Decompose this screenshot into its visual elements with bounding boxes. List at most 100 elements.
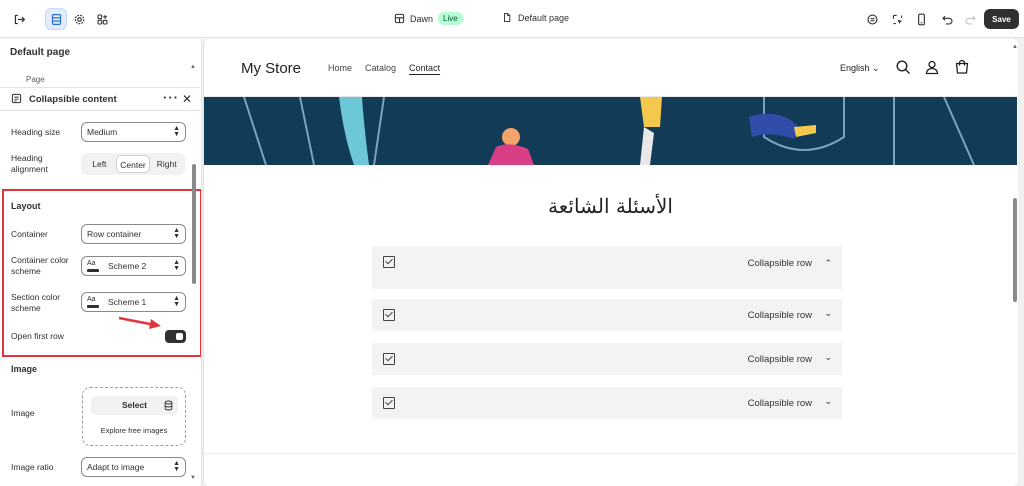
explore-images-link[interactable]: Explore free images: [83, 426, 185, 435]
collapsible-row[interactable]: Collapsible row ⌃: [372, 246, 842, 289]
inspector-icon[interactable]: [861, 8, 883, 30]
faq-banner-image: [204, 97, 1017, 165]
align-right-option[interactable]: Right: [150, 155, 183, 173]
collapsible-row[interactable]: Collapsible row ⌄: [372, 387, 842, 419]
store-nav: Home Catalog Contact: [328, 63, 440, 73]
image-section-header: Image: [11, 364, 38, 374]
database-icon: [164, 400, 173, 411]
chevron-up-icon: ⌃: [824, 258, 832, 268]
color-scheme-swatch-icon: Aa: [87, 296, 101, 308]
preview-scrollbar[interactable]: [1013, 198, 1017, 302]
page-name: Default page: [518, 12, 570, 23]
collapsible-row[interactable]: Collapsible row ⌄: [372, 299, 842, 331]
image-select-button[interactable]: Select: [91, 396, 178, 415]
align-left-option[interactable]: Left: [83, 155, 116, 173]
redo-icon[interactable]: [959, 8, 981, 30]
exit-icon[interactable]: [8, 8, 30, 30]
container-scheme-select[interactable]: Aa Scheme 2 ▲ ▼: [81, 256, 186, 276]
section-scheme-select[interactable]: Aa Scheme 1 ▲ ▼: [81, 292, 186, 312]
theme-selector[interactable]: Dawn Live: [394, 12, 463, 25]
section-scheme-value: Scheme 1: [108, 297, 147, 307]
search-icon[interactable]: [895, 59, 911, 75]
heading-size-select[interactable]: Medium ▲ ▼: [81, 122, 186, 142]
layout-section-header: Layout: [11, 201, 41, 211]
select-chevron-icon: ▲ ▼: [173, 460, 180, 473]
checkbox-icon: [383, 309, 395, 321]
collapsible-row[interactable]: Collapsible row ⌄: [372, 343, 842, 375]
block-title: Collapsible content: [29, 94, 117, 105]
toggle-knob: [176, 333, 183, 340]
collapsible-row-title: Collapsible row: [747, 354, 812, 365]
layout-icon: [394, 13, 405, 24]
heading-alignment-label-line-1: Heading: [11, 153, 43, 163]
swatch-text: Aa: [87, 260, 96, 267]
checkbox-icon: [383, 353, 395, 365]
container-scheme-label-line-2: scheme: [11, 266, 41, 276]
page-icon: [504, 12, 511, 23]
open-first-row-label: Open first row: [11, 331, 64, 341]
scroll-up-arrow-icon[interactable]: ▲: [1012, 44, 1018, 50]
store-logo[interactable]: My Store: [241, 60, 301, 77]
nav-catalog[interactable]: Catalog: [365, 63, 396, 73]
save-button[interactable]: Save: [984, 9, 1019, 29]
panel-title: Default page: [10, 47, 71, 58]
more-options-icon[interactable]: ···: [163, 90, 179, 105]
container-select[interactable]: Row container ▲ ▼: [81, 224, 186, 244]
close-icon[interactable]: ✕: [182, 92, 192, 106]
settings-panel: Default page Page Collapsible content ··…: [0, 39, 202, 486]
account-icon[interactable]: [924, 59, 940, 75]
heading-size-value: Medium: [87, 127, 118, 137]
section-scheme-label-line-2: scheme: [11, 303, 41, 313]
theme-name: Dawn: [410, 13, 434, 24]
section-scheme-label-line-1: Section color: [11, 292, 61, 302]
store-header: My Store Home Catalog Contact English ⌄: [204, 39, 1017, 97]
undo-icon[interactable]: [936, 8, 958, 30]
image-ratio-label: Image ratio: [11, 462, 54, 472]
collapsible-row-title: Collapsible row: [747, 310, 812, 321]
collapsible-row-title: Collapsible row: [747, 258, 812, 269]
language-selector[interactable]: English ⌄: [840, 63, 880, 74]
section-scheme-label: Section color scheme: [11, 292, 60, 314]
open-first-row-toggle[interactable]: [165, 330, 186, 343]
apps-icon[interactable]: [91, 8, 113, 30]
language-value: English: [840, 63, 870, 73]
checkbox-icon: [383, 397, 395, 409]
faq-heading: الأسئلة الشائعة: [548, 194, 673, 218]
page-selector[interactable]: Default page: [502, 12, 569, 23]
sections-icon[interactable]: [45, 8, 67, 30]
scroll-up-arrow-icon[interactable]: ▲: [190, 64, 196, 70]
container-value: Row container: [87, 229, 142, 239]
panel-scrollbar[interactable]: [192, 164, 196, 284]
mobile-preview-icon[interactable]: [910, 8, 932, 30]
heading-alignment-label: Heading alignment: [11, 153, 48, 175]
align-center-option[interactable]: Center: [115, 155, 151, 173]
select-chevron-icon: ▲ ▼: [173, 295, 180, 308]
select-cursor-icon[interactable]: [886, 8, 908, 30]
chevron-down-icon: ⌄: [824, 396, 832, 406]
heading-alignment-label-line-2: alignment: [11, 164, 48, 174]
block-header: Collapsible content ··· ✕: [0, 87, 200, 111]
scroll-down-arrow-icon[interactable]: ▼: [190, 475, 196, 481]
image-picker: Select Explore free images: [82, 387, 186, 446]
container-scheme-label-line-1: Container color: [11, 255, 69, 265]
image-ratio-select[interactable]: Adapt to image ▲ ▼: [81, 457, 186, 477]
container-scheme-value: Scheme 2: [108, 261, 147, 271]
page-tree-label: Page: [26, 75, 45, 84]
nav-home[interactable]: Home: [328, 63, 352, 73]
color-scheme-swatch-icon: Aa: [87, 260, 101, 272]
live-badge: Live: [438, 12, 463, 25]
image-label: Image: [11, 408, 35, 418]
image-select-label: Select: [121, 400, 148, 410]
select-chevron-icon: ▲ ▼: [173, 227, 180, 240]
settings-gear-icon[interactable]: [68, 8, 90, 30]
page-tree-item[interactable]: Page: [26, 75, 45, 84]
container-scheme-label: Container color scheme: [11, 255, 69, 277]
swatch-text: Aa: [87, 296, 96, 303]
select-chevron-icon: ▲ ▼: [173, 259, 180, 272]
editor-topbar: Dawn Live Default page Save: [0, 0, 1024, 38]
chevron-down-icon: ⌄: [824, 352, 832, 362]
chevron-down-icon: ⌄: [872, 63, 880, 73]
nav-contact[interactable]: Contact: [409, 63, 440, 73]
cart-icon[interactable]: [954, 59, 970, 75]
container-label: Container: [11, 229, 48, 239]
